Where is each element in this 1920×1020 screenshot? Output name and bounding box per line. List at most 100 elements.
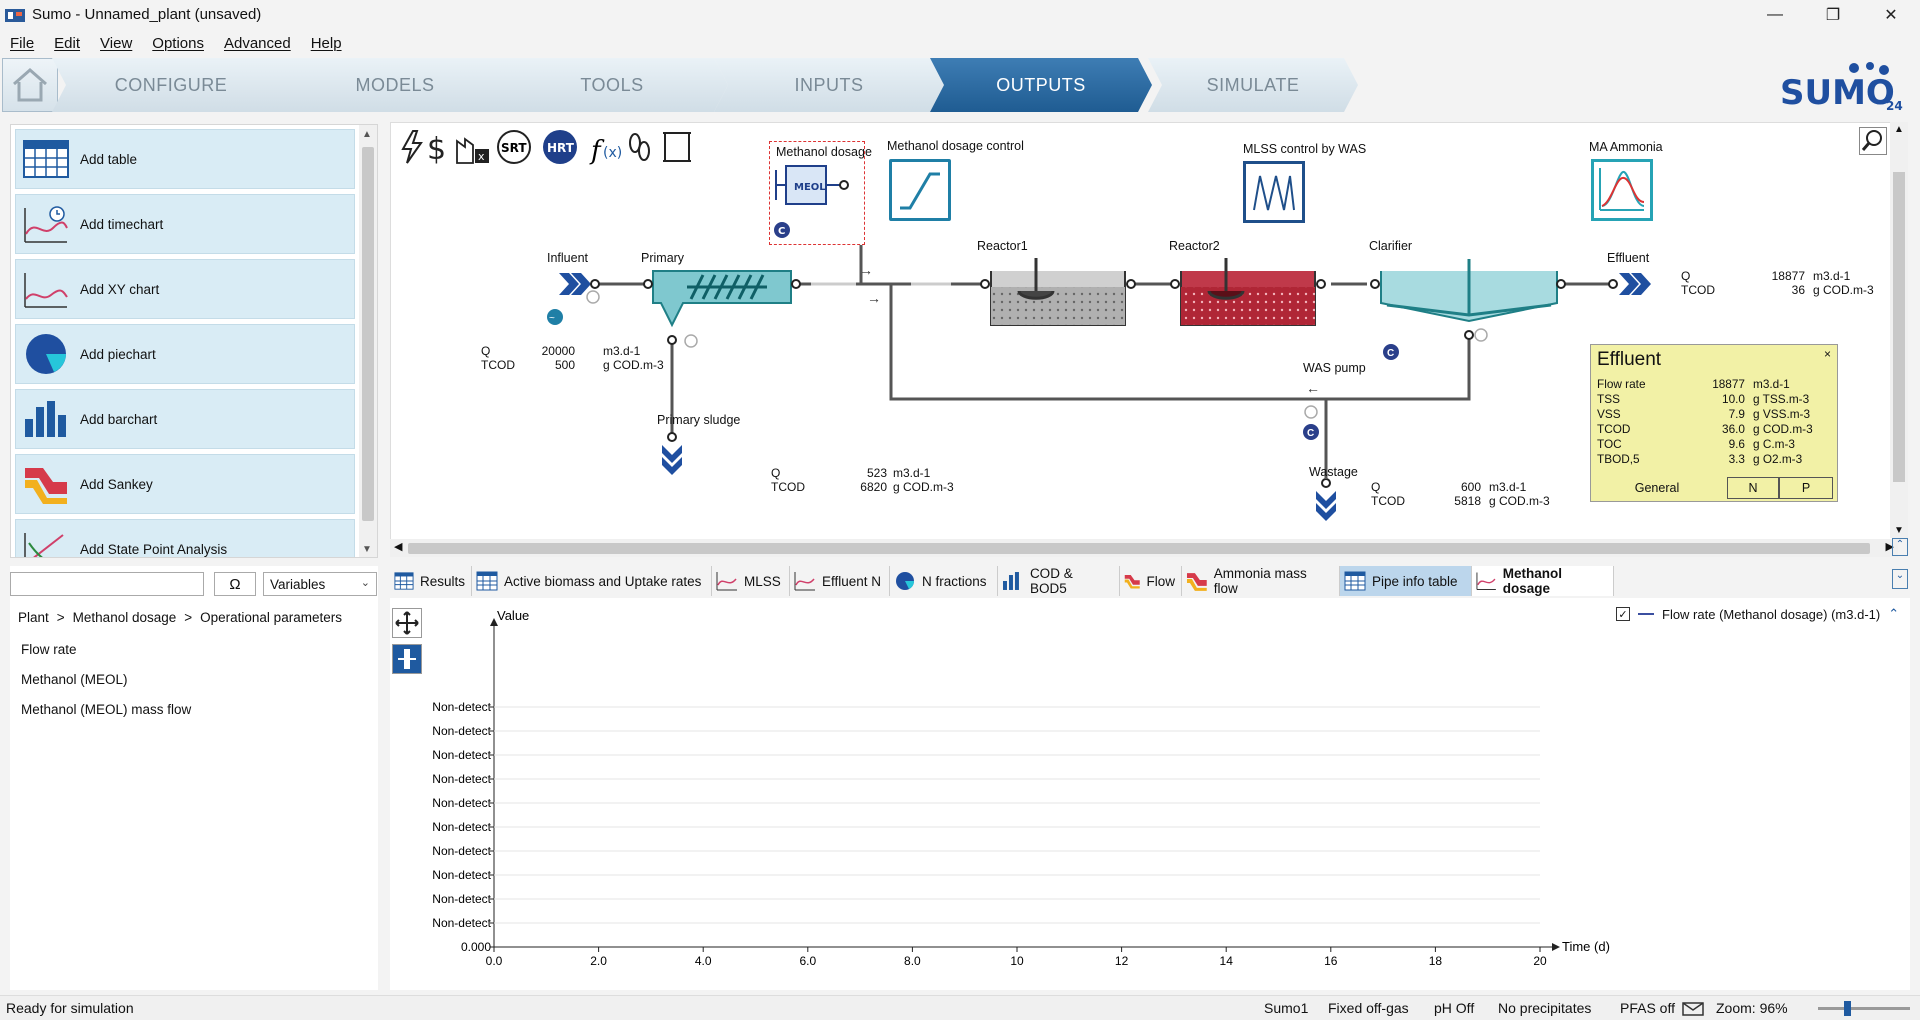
menu-bar: File Edit View Options Advanced Help	[0, 29, 1920, 57]
wastage-label: Wastage	[1309, 465, 1358, 479]
tab-effluent-n[interactable]: Effluent N	[790, 566, 890, 596]
add-barchart-button[interactable]: Add barchart	[15, 389, 355, 449]
table-icon	[22, 139, 70, 179]
status-pfas[interactable]: PFAS off	[1620, 1000, 1675, 1016]
add-panel-scrollbar[interactable]: ▲ ▼	[359, 125, 377, 557]
barchart-icon	[22, 399, 70, 439]
add-sankey-button[interactable]: Add Sankey	[15, 454, 355, 514]
effluent-row: TCOD 36.0 g COD.m-3	[1597, 422, 1813, 436]
tab-n-fractions[interactable]: N fractions	[890, 566, 998, 596]
collapse-down-icon[interactable]: ⌄	[1892, 569, 1908, 589]
menu-view[interactable]: View	[90, 35, 142, 52]
tab-mlss[interactable]: MLSS	[712, 566, 790, 596]
menu-help[interactable]: Help	[301, 35, 352, 52]
x-tick-label: 6.0	[799, 954, 816, 968]
y-tick-label: Non-detect	[432, 772, 491, 786]
diagram-horizontal-scrollbar[interactable]: ◀ ▶	[390, 539, 1898, 557]
timechart-icon	[22, 204, 70, 244]
add-timechart-button[interactable]: Add timechart	[15, 194, 355, 254]
piechart-icon	[22, 334, 70, 374]
breadcrumb-separator: >	[184, 610, 193, 625]
close-icon[interactable]: ×	[1824, 347, 1831, 361]
mail-icon[interactable]	[1682, 1002, 1704, 1016]
x-tick-label: 20	[1533, 954, 1547, 968]
restore-button[interactable]: ❐	[1804, 0, 1862, 29]
menu-file[interactable]: File	[0, 35, 44, 52]
status-offgas[interactable]: Fixed off-gas	[1328, 1000, 1409, 1016]
scroll-down-icon[interactable]: ▼	[1894, 525, 1904, 536]
tab-inputs[interactable]: INPUTS	[714, 58, 944, 112]
scroll-up-icon[interactable]: ▲	[1894, 124, 1904, 135]
add-state-point-analysis-button[interactable]: Add State Point Analysis	[15, 519, 355, 557]
special-characters-button[interactable]: Ω	[214, 572, 256, 596]
sankey-icon	[22, 464, 70, 504]
tab-models[interactable]: MODELS	[275, 58, 515, 112]
effluent-unit[interactable]	[1608, 273, 1651, 295]
menu-advanced[interactable]: Advanced	[214, 35, 301, 52]
variable-item[interactable]: Methanol (MEOL) mass flow	[21, 702, 191, 717]
breadcrumb-plant[interactable]: Plant	[18, 610, 49, 625]
variable-search-input[interactable]	[10, 572, 204, 596]
x-tick-label: 8.0	[904, 954, 921, 968]
svg-text:~: ~	[549, 313, 555, 324]
scroll-left-icon[interactable]: ◀	[394, 540, 402, 553]
zoom-slider[interactable]	[1818, 1001, 1910, 1016]
effluent-summary-popup[interactable]: Effluent × Flow rate 18877 m3.d-1 TSS 10.0 g…	[1590, 344, 1838, 502]
primary-clarifier-unit[interactable]	[643, 270, 801, 348]
home-button[interactable]	[2, 58, 58, 112]
status-instance: Sumo1	[1264, 1000, 1309, 1016]
tab-active-biomass[interactable]: Active biomass and Uptake rates	[472, 566, 712, 596]
effluent-label: Effluent	[1607, 251, 1650, 265]
menu-options[interactable]: Options	[142, 35, 214, 52]
tab-outputs[interactable]: OUTPUTS	[930, 58, 1152, 112]
y-tick-label: Non-detect	[432, 724, 491, 738]
status-zoom: Zoom: 96%	[1716, 1000, 1788, 1016]
influent-unit[interactable]: ~	[547, 273, 600, 325]
minimize-button[interactable]: —	[1746, 0, 1804, 29]
scroll-down-icon[interactable]: ▼	[362, 544, 372, 555]
tab-ammonia-mass-flow[interactable]: Ammonia mass flow	[1182, 566, 1340, 596]
wastage-outlet[interactable]	[1316, 478, 1336, 521]
scrollbar-thumb[interactable]	[408, 543, 1870, 554]
tab-tools[interactable]: TOOLS	[496, 58, 728, 112]
primary-sludge-outlet[interactable]	[662, 432, 682, 475]
tab-flow[interactable]: Flow	[1120, 566, 1182, 596]
tab-methanol-dosage[interactable]: Methanol dosage	[1472, 566, 1614, 596]
breadcrumb-operational-parameters[interactable]: Operational parameters	[200, 610, 342, 625]
tab-results[interactable]: Results	[390, 566, 472, 596]
tab-configure[interactable]: CONFIGURE	[52, 58, 290, 112]
diagram-vertical-scrollbar[interactable]: ▲ ▼	[1890, 122, 1908, 538]
menu-edit[interactable]: Edit	[44, 35, 90, 52]
variable-item[interactable]: Methanol (MEOL)	[21, 672, 128, 687]
chevron-up-icon[interactable]: ⌃	[1888, 606, 1899, 622]
y-axis-label: Value	[497, 608, 529, 623]
line-chart[interactable]: Value Time (d) 0.000 Non-detect Non-detect No…	[390, 598, 1910, 990]
popup-tab-general[interactable]: General	[1595, 477, 1719, 499]
zoom-slider-thumb[interactable]	[1844, 1001, 1851, 1016]
add-xy-chart-button[interactable]: Add XY chart	[15, 259, 355, 319]
variable-item[interactable]: Flow rate	[21, 642, 77, 657]
breadcrumb-methanol-dosage[interactable]: Methanol dosage	[73, 610, 177, 625]
scrollbar-thumb[interactable]	[362, 147, 374, 521]
reactor1-unit[interactable]	[980, 258, 1136, 326]
tab-simulate[interactable]: SIMULATE	[1148, 58, 1358, 112]
status-ph[interactable]: pH Off	[1434, 1000, 1474, 1016]
variable-type-select[interactable]: Variables ⌄	[263, 572, 377, 596]
popup-tab-n[interactable]: N	[1727, 477, 1779, 499]
clarifier-label: Clarifier	[1369, 239, 1413, 253]
tab-pipe-info-table[interactable]: Pipe info table	[1340, 566, 1472, 596]
popup-tab-p[interactable]: P	[1779, 477, 1833, 499]
legend-checkbox[interactable]: ✓	[1616, 607, 1630, 621]
add-table-button[interactable]: Add table	[15, 129, 355, 189]
scroll-up-icon[interactable]: ▲	[362, 129, 372, 140]
status-precipitates[interactable]: No precipitates	[1498, 1000, 1591, 1016]
tab-cod-bod5[interactable]: COD & BOD5	[998, 566, 1120, 596]
reactor2-unit[interactable]	[1170, 258, 1326, 326]
scrollbar-thumb[interactable]	[1893, 172, 1905, 482]
y-tick-label: Non-detect	[432, 796, 491, 810]
collapse-up-icon[interactable]: ⌃	[1892, 538, 1908, 556]
add-piechart-button[interactable]: Add piechart	[15, 324, 355, 384]
was-pump-unit[interactable]: ← C	[1303, 380, 1320, 440]
close-button[interactable]: ✕	[1862, 0, 1920, 29]
legend-swatch	[1638, 613, 1654, 615]
